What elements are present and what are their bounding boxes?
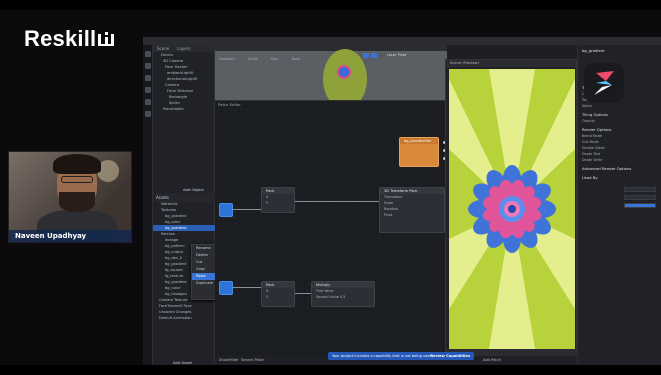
move-icon[interactable] <box>363 53 369 58</box>
scene-panel: Scene Layers Device 3D Camera Face Track… <box>153 45 215 365</box>
capabilities-toast: Your project includes a capability that … <box>328 352 474 360</box>
section-render[interactable]: Render Options <box>578 126 661 133</box>
presenter-beard <box>59 192 95 212</box>
presenter-hair <box>53 154 101 174</box>
letterbox-bottom <box>0 365 661 375</box>
camera-icon[interactable] <box>145 75 151 81</box>
spark-ar-logo <box>584 63 624 103</box>
port-label: Second Value <box>316 295 339 299</box>
code-icon[interactable] <box>145 99 151 105</box>
tree-item[interactable]: Placeholder <box>153 106 214 112</box>
reskill-mark-icon <box>98 32 115 46</box>
viewport[interactable]: Viewport Scale Skin Tools Local Pivot <box>215 45 447 101</box>
presenter-webcam: Naveen Upadhyay <box>8 151 132 243</box>
tab-scale[interactable]: Scale <box>244 56 262 62</box>
tab-layers[interactable]: Layers <box>173 45 194 52</box>
patch-editor[interactable]: Patch Editor Pack X Y 3D Transform Pack … <box>215 101 447 365</box>
node-port: Y <box>266 295 269 299</box>
wire <box>233 287 261 288</box>
simulator-preview: Scene (Preview) <box>445 59 578 356</box>
node-title: bg_placeholder <box>400 138 438 144</box>
tab-skin[interactable]: Skin <box>267 56 283 62</box>
node-input-2[interactable] <box>219 281 233 295</box>
search-patch-button[interactable]: Search Patch <box>241 358 264 362</box>
second-value-field[interactable]: 0.5 <box>340 295 345 299</box>
presenter-glasses <box>61 176 93 183</box>
patch-editor-title: Patch Editor <box>218 102 241 107</box>
viewport-tabs: Viewport Scale Skin Tools <box>215 45 447 61</box>
toast-message: Your project includes a capability that … <box>332 354 433 358</box>
show-hide-button[interactable]: Show/Hide <box>219 358 238 362</box>
port-label: First Value <box>316 289 334 293</box>
node-3d-transform[interactable]: 3D Transform Pack Translation Scale Rota… <box>379 187 445 233</box>
spark-ar-icon <box>594 71 614 95</box>
tab-scene[interactable]: Scene <box>153 45 173 52</box>
viewport-toolbar: Local Pivot <box>363 53 419 59</box>
dropdown[interactable] <box>624 187 656 192</box>
dropdown[interactable] <box>624 195 656 200</box>
video-frame: Reskill Naveen Upadhyay Scene Layers Dev… <box>0 0 661 375</box>
property-row: Depth Write <box>582 158 603 162</box>
mandala-effect <box>449 69 575 349</box>
section-used-by[interactable]: Used By <box>578 174 661 181</box>
property-row: Opacity <box>582 119 596 123</box>
letterbox-top <box>0 0 661 10</box>
node-pack-bottom[interactable]: Pack X Y <box>261 281 295 307</box>
preview-canvas[interactable] <box>449 69 575 349</box>
viewport-mandala <box>337 65 351 79</box>
review-capabilities-link[interactable]: Review Capabilities <box>430 352 470 360</box>
tab-tools[interactable]: Tools <box>288 56 305 62</box>
local-toggle[interactable]: Local <box>387 53 396 59</box>
image-icon[interactable] <box>145 87 151 93</box>
layers-icon[interactable] <box>145 63 151 69</box>
asset-item[interactable]: Default Animation <box>153 315 215 321</box>
brand-name: Reskill <box>24 26 97 51</box>
gear-icon[interactable] <box>145 111 151 117</box>
node-input[interactable] <box>219 203 233 217</box>
property-row: Alpha <box>582 104 592 108</box>
wire <box>233 209 261 210</box>
tool-strip <box>143 45 153 365</box>
menu-bar <box>143 37 661 45</box>
add-object-button[interactable]: Add Object <box>183 187 204 192</box>
node-port: Y <box>266 201 269 205</box>
node-pack-top[interactable]: Pack X Y <box>261 187 295 213</box>
spark-ar-window: Scene Layers Device 3D Camera Face Track… <box>143 37 661 365</box>
section-advanced[interactable]: Advanced Render Options <box>578 165 661 172</box>
cursor-icon[interactable] <box>145 51 151 57</box>
node-bg-placeholder[interactable]: bg_placeholder <box>399 137 439 167</box>
left-tabs: Scene Layers <box>153 45 214 52</box>
wire <box>295 201 379 202</box>
section-tiling[interactable]: Tiling Options <box>578 111 661 118</box>
rotate-icon[interactable] <box>371 53 377 58</box>
presenter-name: Naveen Upadhyay <box>9 230 131 242</box>
node-port: Second Value 0.5 <box>312 294 374 300</box>
add-patch-button[interactable]: Add Patch <box>483 358 501 362</box>
preview-title: Scene (Preview) <box>446 60 576 67</box>
opacity-slider[interactable] <box>624 203 656 208</box>
pivot-toggle[interactable]: Pivot <box>398 53 406 59</box>
properties-title: bg_gradient <box>582 48 605 53</box>
tab-viewport[interactable]: Viewport <box>215 56 239 62</box>
wire <box>295 293 311 294</box>
node-port: Pivot <box>384 213 393 217</box>
scene-tree: Device 3D Camera Face Tracker ambientLig… <box>153 52 214 186</box>
reskill-logo: Reskill <box>24 26 115 52</box>
node-multiply[interactable]: Multiply First Value Second Value 0.5 <box>311 281 375 307</box>
scale-icon[interactable] <box>379 53 385 58</box>
